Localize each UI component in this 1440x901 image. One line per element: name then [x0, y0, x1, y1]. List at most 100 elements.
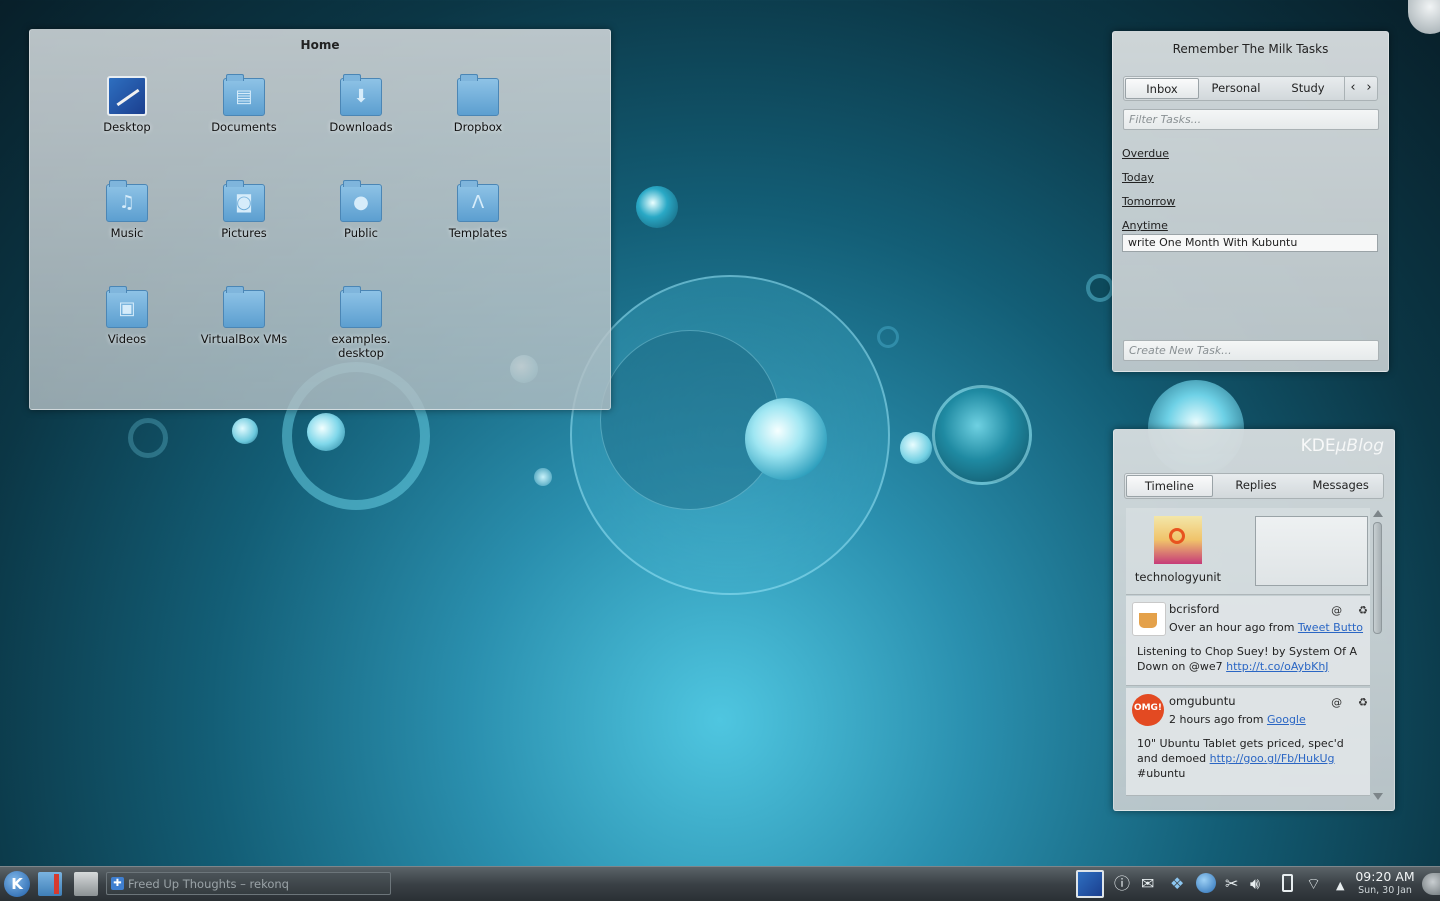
- avatar: [1132, 602, 1166, 636]
- rtm-widget[interactable]: Remember The Milk Tasks Inbox Personal S…: [1112, 31, 1389, 372]
- file-manager-icon[interactable]: [38, 872, 62, 896]
- task-item[interactable]: write One Month With Kubuntu: [1122, 234, 1378, 252]
- post-actions: @ ♻: [1315, 696, 1368, 709]
- post-link[interactable]: http://goo.gl/Fb/HukUg: [1210, 752, 1335, 765]
- group-tomorrow[interactable]: Tomorrow: [1122, 195, 1187, 208]
- music-item[interactable]: ♫ Music: [72, 180, 182, 240]
- info-icon[interactable]: ⓘ: [1114, 875, 1130, 893]
- reply-icon[interactable]: @: [1331, 604, 1342, 617]
- folder-view-widget[interactable]: Home Desktop ▤ Documents ⬇ Downloads Dro…: [29, 29, 611, 410]
- clock[interactable]: 09:20 AM Sun, 30 Jan: [1352, 869, 1418, 897]
- post-source-link[interactable]: Google: [1267, 713, 1306, 726]
- user-name[interactable]: technologyunit: [1126, 570, 1230, 584]
- wallpaper-bubble: [745, 398, 827, 480]
- folder-music-icon: ♫: [105, 180, 149, 224]
- scroll-thumb[interactable]: [1373, 522, 1382, 634]
- examples-desktop-item[interactable]: examples. desktop: [306, 286, 416, 360]
- tab-messages[interactable]: Messages: [1298, 474, 1383, 498]
- tab-inbox[interactable]: Inbox: [1125, 78, 1199, 99]
- klipper-icon[interactable]: ✂: [1225, 875, 1238, 893]
- public-item[interactable]: ● Public: [306, 180, 416, 240]
- post-text: Listening to Chop Suey! by System Of A D…: [1137, 645, 1358, 673]
- examples-desktop-label-line2: desktop: [338, 346, 384, 360]
- post-item: OMG! omgubuntu @ ♻ 2 hours ago from Googl…: [1126, 688, 1370, 796]
- status-input[interactable]: [1255, 516, 1368, 586]
- clock-date: Sun, 30 Jan: [1358, 885, 1412, 896]
- folder-icon: [222, 286, 266, 330]
- post-text: 10" Ubuntu Tablet gets priced, spec'd an…: [1137, 737, 1344, 780]
- timeline-list: technologyunit bcrisford @ ♻ Over an hour…: [1126, 508, 1382, 804]
- folder-icon: [456, 74, 500, 118]
- templates-label: Templates: [448, 226, 508, 240]
- documents-item[interactable]: ▤ Documents: [189, 74, 299, 134]
- reply-icon[interactable]: @: [1331, 696, 1342, 709]
- scroll-up-icon[interactable]: [1373, 510, 1383, 517]
- user-header: technologyunit: [1126, 508, 1370, 595]
- microblog-tabbar: Timeline Replies Messages: [1124, 473, 1384, 499]
- chevron-right-icon[interactable]: ›: [1361, 77, 1377, 100]
- task-title: Freed Up Thoughts – rekonq: [128, 877, 289, 891]
- post-source-link[interactable]: Tweet Butto: [1298, 621, 1363, 634]
- post-author[interactable]: bcrisford: [1169, 602, 1219, 616]
- desktop-icon: [105, 74, 149, 118]
- scroll-down-icon[interactable]: [1373, 793, 1383, 800]
- chevron-left-icon[interactable]: ‹: [1345, 77, 1361, 100]
- tab-replies[interactable]: Replies: [1214, 474, 1299, 498]
- group-anytime[interactable]: Anytime: [1122, 219, 1180, 232]
- pictures-label: Pictures: [221, 226, 267, 240]
- tray-expand-icon[interactable]: ▲: [1336, 877, 1344, 895]
- downloads-label: Downloads: [329, 120, 393, 134]
- wallpaper-ring-small: [1086, 274, 1114, 302]
- post-author[interactable]: omgubuntu: [1169, 694, 1236, 708]
- omg-ubuntu-logo-icon: OMG!: [1133, 703, 1163, 713]
- microblog-logo: KDEµBlog: [1300, 436, 1384, 456]
- group-today[interactable]: Today: [1122, 171, 1166, 184]
- mail-icon[interactable]: ✉: [1141, 875, 1154, 893]
- group-overdue[interactable]: Overdue: [1122, 147, 1181, 160]
- cashew-icon[interactable]: [1422, 873, 1440, 895]
- post-link[interactable]: http://t.co/oAybKhJ: [1226, 660, 1328, 673]
- templates-item[interactable]: Λ Templates: [423, 180, 533, 240]
- create-task-input[interactable]: Create New Task...: [1123, 340, 1379, 361]
- volume-icon[interactable]: 🔊︎: [1250, 875, 1260, 893]
- ubuntu-logo-icon: [1169, 528, 1185, 544]
- videos-item[interactable]: ▣ Videos: [72, 286, 182, 346]
- dropbox-item[interactable]: Dropbox: [423, 74, 533, 134]
- folder-downloads-icon: ⬇: [339, 74, 383, 118]
- desktop-item[interactable]: Desktop: [72, 74, 182, 134]
- virtualbox-vms-item[interactable]: VirtualBox VMs: [189, 286, 299, 346]
- network-manager-icon[interactable]: [1196, 873, 1216, 893]
- timeline-scrollbar[interactable]: [1372, 510, 1384, 800]
- microblog-widget[interactable]: KDEµBlog Timeline Replies Messages techn…: [1113, 429, 1395, 811]
- wallpaper-bubble: [900, 432, 932, 464]
- panel: K ✚ Freed Up Thoughts – rekonq ⓘ ✉ ❖ ✂ 🔊…: [0, 866, 1440, 901]
- retweet-icon[interactable]: ♻: [1358, 696, 1368, 709]
- coffee-cup-icon: [1139, 613, 1157, 628]
- tab-study[interactable]: Study: [1272, 77, 1344, 100]
- battery-icon[interactable]: [1282, 874, 1293, 892]
- filter-tasks-input[interactable]: Filter Tasks...: [1123, 109, 1379, 130]
- tab-timeline[interactable]: Timeline: [1126, 475, 1213, 497]
- folder-videos-icon: ▣: [105, 286, 149, 330]
- dropbox-icon[interactable]: ❖: [1170, 875, 1184, 893]
- folder-view-title: Home: [300, 38, 340, 52]
- wifi-icon[interactable]: ⌔: [1306, 875, 1321, 893]
- folder-public-icon: ●: [339, 180, 383, 224]
- wallpaper-ring-small: [128, 418, 168, 458]
- kde-menu-icon[interactable]: K: [4, 871, 30, 897]
- task-button[interactable]: ✚ Freed Up Thoughts – rekonq: [106, 872, 391, 895]
- wallpaper-bubble: [636, 186, 678, 228]
- user-avatar: [1154, 516, 1202, 564]
- retweet-icon[interactable]: ♻: [1358, 604, 1368, 617]
- pictures-item[interactable]: ◙ Pictures: [189, 180, 299, 240]
- documents-label: Documents: [211, 120, 277, 134]
- tab-personal[interactable]: Personal: [1200, 77, 1272, 100]
- drive-icon[interactable]: [74, 872, 98, 896]
- wallpaper-bubble: [534, 468, 552, 486]
- wallpaper-bubble: [307, 413, 345, 451]
- downloads-item[interactable]: ⬇ Downloads: [306, 74, 416, 134]
- folder-icon: [339, 286, 383, 330]
- desktop-activity-icon[interactable]: [1076, 870, 1104, 898]
- tab-scroll-arrows: ‹ ›: [1344, 77, 1377, 100]
- post-actions: @ ♻: [1315, 604, 1368, 617]
